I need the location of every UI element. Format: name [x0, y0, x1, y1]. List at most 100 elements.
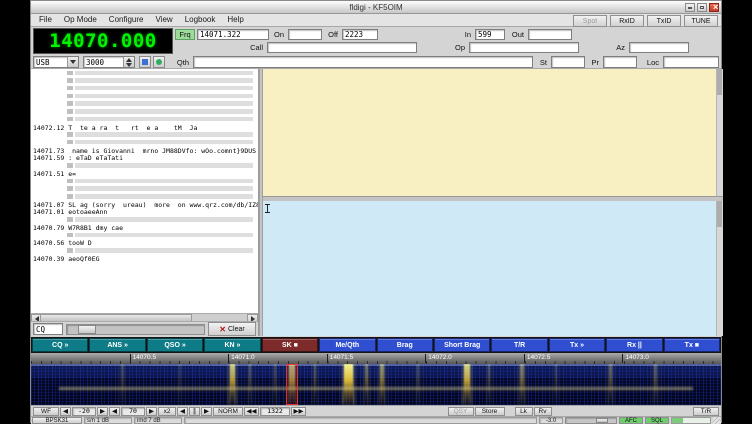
call-input[interactable] — [267, 42, 417, 53]
macro-button[interactable]: Brag — [377, 338, 433, 352]
qth-input[interactable] — [193, 56, 533, 68]
wf-lower-dec-button[interactable]: ◀ — [60, 407, 71, 416]
browser-row[interactable]: 14070.39 aeoQf0EG — [31, 254, 258, 262]
macro-button[interactable]: Rx || — [606, 338, 662, 352]
browser-row[interactable] — [31, 77, 258, 85]
pr-input[interactable] — [603, 56, 637, 68]
bw-reverse-button[interactable] — [153, 56, 165, 68]
qsy-button[interactable]: QSY — [448, 407, 474, 416]
close-button[interactable] — [709, 3, 719, 12]
browser-clear-button[interactable]: Clear — [208, 322, 256, 336]
carrier-frequency-value[interactable]: 1322 — [260, 407, 290, 416]
store-button[interactable]: Store — [475, 407, 505, 416]
wf-zoom-button[interactable]: x2 — [158, 407, 176, 416]
macro-button[interactable]: Short Brag — [434, 338, 490, 352]
macro-button[interactable]: KN » — [204, 338, 260, 352]
wf-lower-value[interactable]: -20 — [72, 407, 96, 416]
rst-in-input[interactable]: 599 — [475, 29, 505, 40]
time-on-input[interactable] — [288, 29, 322, 40]
bw-store-button[interactable] — [139, 56, 151, 68]
browser-row[interactable] — [31, 92, 258, 100]
menubar-button[interactable]: RxID — [610, 15, 644, 27]
carrier-coarse-up-button[interactable]: ▶▶ — [291, 407, 306, 416]
menubar-button[interactable]: TxID — [647, 15, 681, 27]
loc-input[interactable] — [663, 56, 719, 68]
time-off-input[interactable]: 2223 — [342, 29, 378, 40]
tx-rx-button[interactable]: T/R — [693, 407, 719, 416]
minimize-button[interactable] — [685, 3, 695, 12]
maximize-button[interactable] — [697, 3, 707, 12]
browser-row[interactable]: 14070.79 W7R8B1 dmy cae — [31, 223, 258, 231]
browser-row[interactable] — [31, 115, 258, 123]
st-input[interactable] — [551, 56, 585, 68]
browser-row[interactable]: 14072.12 T te a ra t rt e a tM Ja — [31, 123, 258, 131]
browser-row[interactable]: 14071.51 e= — [31, 169, 258, 177]
waterfall[interactable] — [31, 364, 721, 405]
rx-scroll-thumb[interactable] — [717, 69, 722, 95]
macro-button[interactable]: T/R — [491, 338, 547, 352]
lock-button[interactable]: Lk — [515, 407, 533, 416]
wf-menu-button[interactable]: WF — [33, 407, 59, 416]
title-bar[interactable]: fldigi - KF5OIM — [31, 1, 721, 14]
wf-range-inc-button[interactable]: ▶ — [146, 407, 157, 416]
macro-button[interactable]: QSO » — [147, 338, 203, 352]
waterfall-carrier-marker[interactable] — [286, 364, 298, 405]
menu-item[interactable]: Help — [221, 14, 249, 26]
rx-text-panel[interactable] — [263, 69, 723, 197]
tx-scroll-thumb[interactable] — [717, 201, 722, 227]
browser-row[interactable]: 14071.01 eotoaeeAnn — [31, 208, 258, 216]
chevron-down-icon[interactable] — [67, 57, 78, 67]
frequency-display[interactable]: 14070.000 — [33, 28, 173, 54]
wf-range-value[interactable]: 70 — [121, 407, 145, 416]
browser-row[interactable] — [31, 247, 258, 255]
op-input[interactable] — [469, 42, 579, 53]
browser-row[interactable] — [31, 216, 258, 224]
wf-lower-inc-button[interactable]: ▶ — [97, 407, 108, 416]
frq-input[interactable]: 14071.322 — [197, 29, 269, 40]
browser-row[interactable] — [31, 177, 258, 185]
browser-seek-input[interactable]: CQ — [33, 323, 63, 335]
tx-scrollbar[interactable] — [716, 201, 723, 336]
browser-row[interactable] — [31, 100, 258, 108]
menu-item[interactable]: File — [33, 14, 58, 26]
macro-button[interactable]: Me/Qth — [319, 338, 375, 352]
menubar-button[interactable]: TUNE — [684, 15, 718, 27]
menu-item[interactable]: View — [149, 14, 178, 26]
wf-range-dec-button[interactable]: ◀ — [109, 407, 120, 416]
bandwidth-spinner[interactable]: 3000 — [83, 56, 135, 68]
carrier-coarse-down-button[interactable]: ◀◀ — [244, 407, 259, 416]
macro-button[interactable]: SK ■ — [262, 338, 318, 352]
browser-squelch-thumb[interactable] — [78, 325, 96, 334]
browser-row[interactable]: 14071.07 SL ag (sorry ureau) more on www… — [31, 200, 258, 208]
menu-item[interactable]: Logbook — [179, 14, 222, 26]
macro-button[interactable]: ANS » — [89, 338, 145, 352]
menubar-button[interactable]: Spot — [573, 15, 607, 27]
wf-shift-right-button[interactable]: ▶ — [201, 407, 212, 416]
spinner-arrows-icon[interactable] — [123, 57, 134, 67]
browser-row[interactable] — [31, 69, 258, 77]
browser-row[interactable] — [31, 131, 258, 139]
rig-mode-select[interactable]: USB — [33, 56, 79, 68]
macro-button[interactable]: Tx » — [549, 338, 605, 352]
browser-row[interactable] — [31, 231, 258, 239]
browser-squelch-slider[interactable] — [66, 324, 205, 335]
macro-button[interactable]: CQ » — [32, 338, 88, 352]
tx-text-panel[interactable] — [263, 201, 723, 336]
az-input[interactable] — [629, 42, 689, 53]
browser-row[interactable]: 14071.73 name is Giovanni mrno JM88DVfo:… — [31, 146, 258, 154]
browser-row[interactable] — [31, 84, 258, 92]
wf-center-button[interactable]: ∥ — [189, 407, 200, 416]
rst-out-input[interactable] — [528, 29, 572, 40]
browser-row[interactable]: 14071.59 : eTaD eTaTati — [31, 154, 258, 162]
wf-shift-left-button[interactable]: ◀ — [177, 407, 188, 416]
browser-row[interactable] — [31, 193, 258, 201]
browser-row[interactable]: 14070.56 tooW D — [31, 239, 258, 247]
browser-hscrollbar[interactable] — [31, 313, 258, 321]
tx-level-thumb[interactable] — [596, 418, 608, 423]
menu-item[interactable]: Op Mode — [58, 14, 103, 26]
browser-row[interactable] — [31, 162, 258, 170]
browser-row[interactable] — [31, 138, 258, 146]
menu-item[interactable]: Configure — [103, 14, 150, 26]
browser-row[interactable] — [31, 185, 258, 193]
rx-scrollbar[interactable] — [716, 69, 723, 196]
